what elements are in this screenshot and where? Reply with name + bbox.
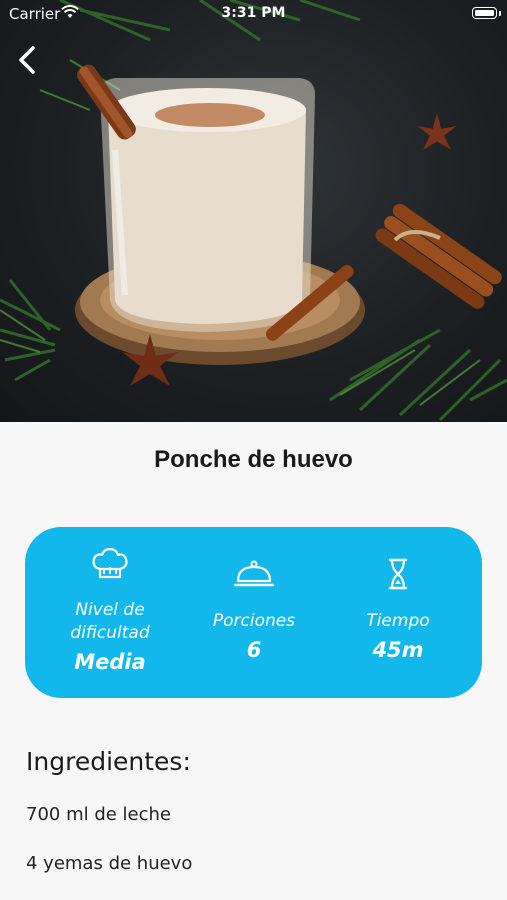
battery-cap xyxy=(499,11,501,16)
cloche-icon xyxy=(233,560,275,587)
recipe-title: Ponche de huevo xyxy=(154,446,353,473)
recipe-stats-card: Nivel de dificultad Media Porciones 6 Ti… xyxy=(25,527,482,698)
back-button[interactable] xyxy=(12,42,44,80)
difficulty-label-line2: dificultad xyxy=(70,623,150,643)
hourglass-icon xyxy=(388,558,408,590)
servings-stat: Porciones 6 xyxy=(180,527,328,698)
difficulty-stat: Nivel de dificultad Media xyxy=(25,527,195,698)
difficulty-label-line1: Nivel de xyxy=(75,600,145,620)
servings-label: Porciones xyxy=(212,611,296,631)
time-label: Tiempo xyxy=(366,611,430,631)
difficulty-value: Media xyxy=(74,650,146,674)
clock: 3:31 PM xyxy=(221,5,286,21)
battery-icon xyxy=(472,7,497,19)
ingredient-item: 700 ml de leche xyxy=(26,804,172,825)
ingredients-heading: Ingredientes: xyxy=(26,747,191,776)
servings-value: 6 xyxy=(246,638,262,662)
time-value: 45m xyxy=(372,638,424,662)
time-stat: Tiempo 45m xyxy=(325,527,471,698)
ingredient-item: 4 yemas de huevo xyxy=(26,853,193,874)
chevron-left-icon xyxy=(19,46,35,74)
eggnog-photo xyxy=(0,0,507,422)
recipe-hero-image: Carrier 3:31 PM xyxy=(0,0,507,422)
chef-hat-icon xyxy=(92,547,128,579)
status-bar: Carrier 3:31 PM xyxy=(0,0,507,28)
